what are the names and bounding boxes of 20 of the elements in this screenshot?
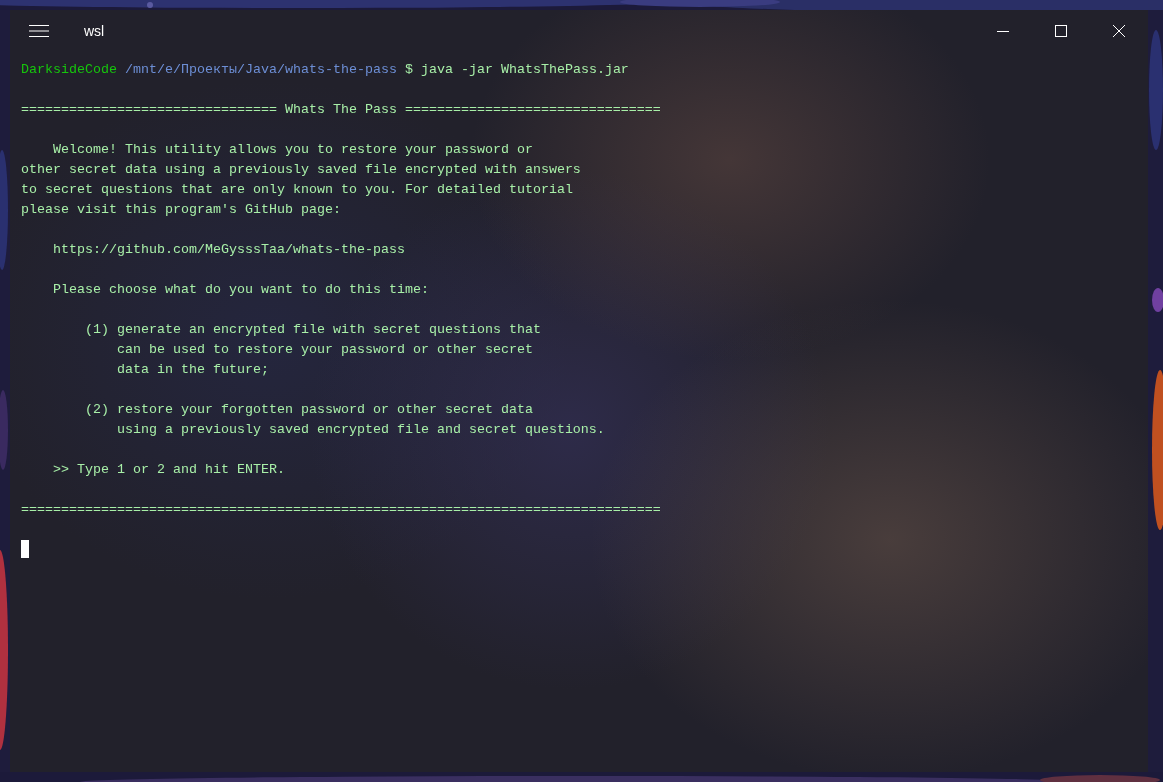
- terminal-line: >> Type 1 or 2 and hit ENTER.: [52, 461, 285, 479]
- terminal-line: ================================ Whats The Pass ================================: [21, 101, 661, 119]
- terminal-line: (2) restore your forgotten password or other secret data: [84, 401, 533, 419]
- terminal-line: to secret questions that are only known to you. For detailed tutorial: [21, 181, 573, 199]
- menu-icon: [29, 25, 49, 37]
- terminal-line: (1) generate an encrypted file with secret questions that: [84, 321, 541, 339]
- terminal-line: https://github.com/MeGysssTaa/whats-the-pass: [52, 241, 405, 259]
- terminal-line: other secret data using a previously saved file encrypted with answers: [21, 161, 581, 179]
- terminal-line: can be used to restore your password or other secret: [115, 341, 533, 359]
- terminal-line: please visit this program's GitHub page:: [21, 201, 341, 219]
- terminal-line: Welcome! This utility allows you to restore your password or: [52, 141, 533, 159]
- maximize-icon: [1055, 25, 1067, 37]
- prompt-line: DarksideCode /mnt/e/Проекты/Java/whats-the-pass $ java -jar WhatsThePass.jar: [21, 61, 629, 79]
- window-title: wsl: [84, 21, 105, 41]
- terminal-line: Please choose what do you want to do this time:: [52, 281, 429, 299]
- terminal-line: using a previously saved encrypted file and secret questions.: [115, 421, 605, 439]
- terminal-line: ================================================================================: [21, 501, 661, 519]
- close-icon: [1113, 25, 1125, 37]
- minimize-icon: [997, 30, 1009, 32]
- terminal-line: data in the future;: [115, 361, 269, 379]
